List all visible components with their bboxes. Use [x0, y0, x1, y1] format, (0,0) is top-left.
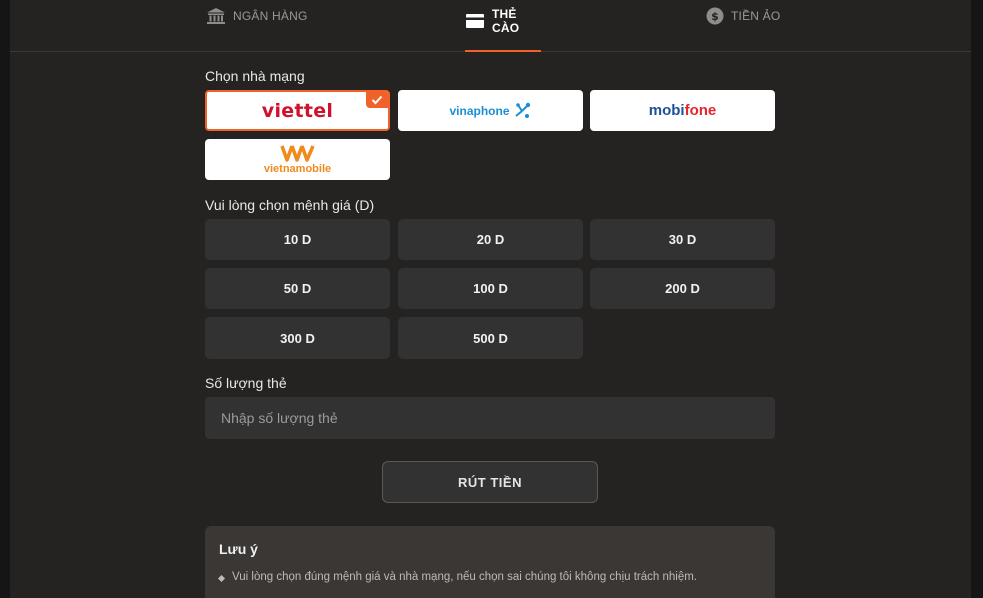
note-title: Lưu ý	[219, 541, 258, 557]
note-item-text: Vui lòng chọn đúng mệnh giá và nhà mạng,…	[232, 571, 697, 583]
svg-text:$: $	[711, 10, 719, 23]
tab-crypto[interactable]: $ TIỀN ẢO	[706, 0, 780, 42]
mobifone-logo: mobi fone	[649, 102, 717, 119]
note-box: Lưu ý Vui lòng chọn đúng mệnh giá và nhà…	[205, 526, 775, 598]
denomination-option-200[interactable]: 200 D	[590, 268, 775, 309]
vietnamobile-mark-icon	[279, 145, 315, 162]
mobifone-logo-part-a: mobi	[648, 102, 685, 119]
denomination-option-10[interactable]: 10 D	[205, 219, 390, 260]
denomination-option-500[interactable]: 500 D	[398, 317, 583, 359]
carrier-mobifone[interactable]: mobi fone	[590, 90, 775, 131]
vinaphone-logo-text: vinaphone	[449, 103, 510, 118]
tab-crypto-label: TIỀN ẢO	[731, 9, 781, 23]
check-icon	[366, 92, 388, 108]
vietnamobile-logo: vietnamobile	[264, 144, 331, 175]
tab-bank[interactable]: NGÂN HÀNG	[206, 0, 307, 42]
denomination-option-30[interactable]: 30 D	[590, 219, 775, 260]
carrier-vinaphone[interactable]: vinaphone	[398, 90, 583, 131]
coin-icon: $	[706, 7, 724, 25]
denomination-section-label: Vui lòng chọn mệnh giá (D)	[205, 197, 375, 213]
carrier-viettel[interactable]: viettel	[205, 90, 390, 131]
denomination-option-300[interactable]: 300 D	[205, 317, 390, 359]
withdraw-button[interactable]: RÚT TIỀN	[382, 461, 598, 503]
quantity-section-label: Số lượng thẻ	[205, 375, 287, 391]
tab-card-label: THẺ CÀO	[492, 7, 520, 35]
card-quantity-input[interactable]	[205, 397, 775, 439]
vietnamobile-logo-text: vietnamobile	[263, 163, 332, 175]
card-icon	[465, 13, 485, 29]
tab-scratch-card[interactable]: THẺ CÀO	[465, 0, 541, 52]
vinaphone-star-icon	[514, 102, 530, 118]
denomination-option-50[interactable]: 50 D	[205, 268, 390, 309]
note-item: Vui lòng chọn đúng mệnh giá và nhà mạng,…	[217, 571, 697, 583]
viettel-logo: viettel	[261, 99, 334, 122]
diamond-bullet-icon	[217, 574, 226, 583]
tab-bar: NGÂN HÀNG THẺ CÀO $ TIỀN ẢO	[10, 0, 971, 52]
vinaphone-logo: vinaphone	[449, 102, 531, 120]
mobifone-logo-part-b: fone	[684, 102, 717, 119]
tab-bank-label: NGÂN HÀNG	[233, 9, 308, 23]
denomination-option-20[interactable]: 20 D	[398, 219, 583, 260]
carrier-section-label: Chọn nhà mạng	[205, 68, 305, 84]
denomination-option-100[interactable]: 100 D	[398, 268, 583, 309]
bank-icon	[206, 7, 226, 25]
carrier-vietnamobile[interactable]: vietnamobile	[205, 139, 390, 180]
